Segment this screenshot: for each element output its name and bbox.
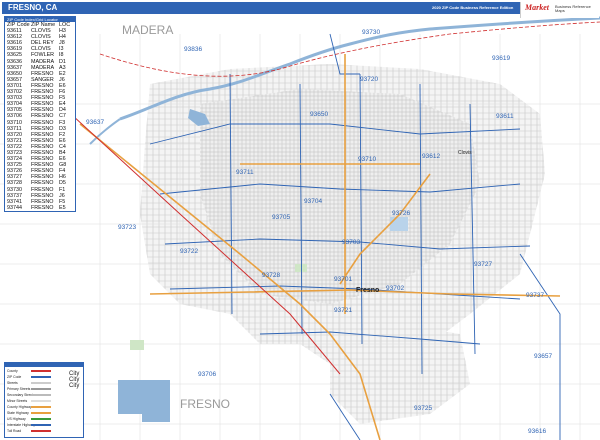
zip-code-cell: 93744 — [7, 204, 22, 211]
edition-label: 2020 ZIP Code Business Reference Edition — [432, 5, 514, 10]
logo-mark: Market — [525, 3, 549, 12]
legend-item-label: State Highway — [7, 411, 29, 415]
zip-label: 93650 — [310, 111, 328, 118]
zip-label: 93722 — [180, 248, 198, 255]
legend-item-label: ZIP Code — [7, 375, 22, 379]
zip-label: 93619 — [492, 55, 510, 62]
legend-swatch — [31, 382, 51, 384]
zip-name-cell: FRESNO — [31, 204, 54, 211]
zip-label: 93612 — [422, 153, 440, 160]
grid-locator-cell: E5 — [59, 204, 66, 211]
zip-label: 93701 — [334, 276, 352, 283]
legend-item-label: US Highway — [7, 417, 26, 421]
logo-caption: Business Reference Maps — [555, 4, 591, 13]
legend-item-label: Minor Streets — [7, 399, 28, 403]
zip-label: 93703 — [342, 239, 360, 246]
legend-heading — [5, 363, 83, 367]
legend-city-label: City — [69, 383, 80, 389]
zip-index-row: 93744 FRESNO E5 — [5, 205, 75, 211]
legend-item-label: Primary Streets — [7, 387, 31, 391]
legend-item-label: Streets — [7, 381, 18, 385]
legend-swatch — [31, 406, 51, 408]
title-bar: FRESNO, CA 2020 ZIP Code Business Refere… — [2, 2, 598, 14]
legend-item-label: County Highway — [7, 405, 32, 409]
city-map: MADERA FRESNO Fresno Clovis 93730 93836 … — [0, 14, 600, 440]
city-label-fresno: Fresno — [356, 287, 379, 294]
legend-swatch — [31, 430, 51, 432]
zip-label: 93637 — [86, 119, 104, 126]
legend-swatch — [31, 412, 51, 414]
map-legend: County ZIP Code Streets Primary Streets Seco… — [4, 362, 84, 438]
airport — [390, 217, 408, 231]
map-title: FRESNO, CA — [8, 3, 58, 12]
legend-swatch — [31, 394, 51, 396]
map-page: MADERA FRESNO Fresno Clovis 93730 93836 … — [0, 0, 600, 440]
legend-swatch — [31, 376, 51, 378]
legend-item-label: County — [7, 369, 18, 373]
lake-2 — [142, 400, 170, 422]
zip-label: 93706 — [198, 371, 216, 378]
zip-label: 93616 — [528, 428, 546, 435]
publisher-logo: Market Business Reference Maps — [520, 2, 599, 18]
zip-label: 93710 — [358, 156, 376, 163]
zip-label: 93702 — [386, 285, 404, 292]
zip-label: 93730 — [362, 29, 380, 36]
zip-label: 93611 — [496, 113, 514, 120]
legend-swatch — [31, 424, 51, 426]
zip-label: 93657 — [534, 353, 552, 360]
legend-item-label: Toll Road — [7, 429, 22, 433]
zip-label: 93836 — [184, 46, 202, 53]
zip-label: 93723 — [118, 224, 136, 231]
zip-label: 93721 — [334, 307, 352, 314]
county-label-madera: MADERA — [122, 23, 173, 37]
zip-label: 93720 — [360, 76, 378, 83]
zip-label: 93737 — [526, 292, 544, 299]
legend-swatch — [31, 400, 51, 402]
zip-label: 93727 — [474, 261, 492, 268]
city-label-clovis: Clovis — [458, 150, 472, 156]
legend-swatch — [31, 388, 51, 390]
zip-label: 93704 — [304, 198, 322, 205]
zip-label: 93705 — [272, 214, 290, 221]
zip-index-table: ZIP Code Index/Grid Locator ZIP Code ZIP… — [4, 16, 76, 212]
legend-swatch — [31, 418, 51, 420]
legend-swatch — [31, 370, 51, 372]
zip-index-rows: 93611 CLOVIS H3 93612 CLOVIS H4 93616 DEL REY J8… — [5, 28, 75, 211]
zip-label: 93728 — [262, 272, 280, 279]
zip-label: 93711 — [236, 169, 254, 176]
zip-label: 93725 — [414, 405, 432, 412]
zip-label: 93726 — [392, 210, 410, 217]
park — [130, 340, 144, 350]
county-label-fresno: FRESNO — [180, 397, 230, 411]
